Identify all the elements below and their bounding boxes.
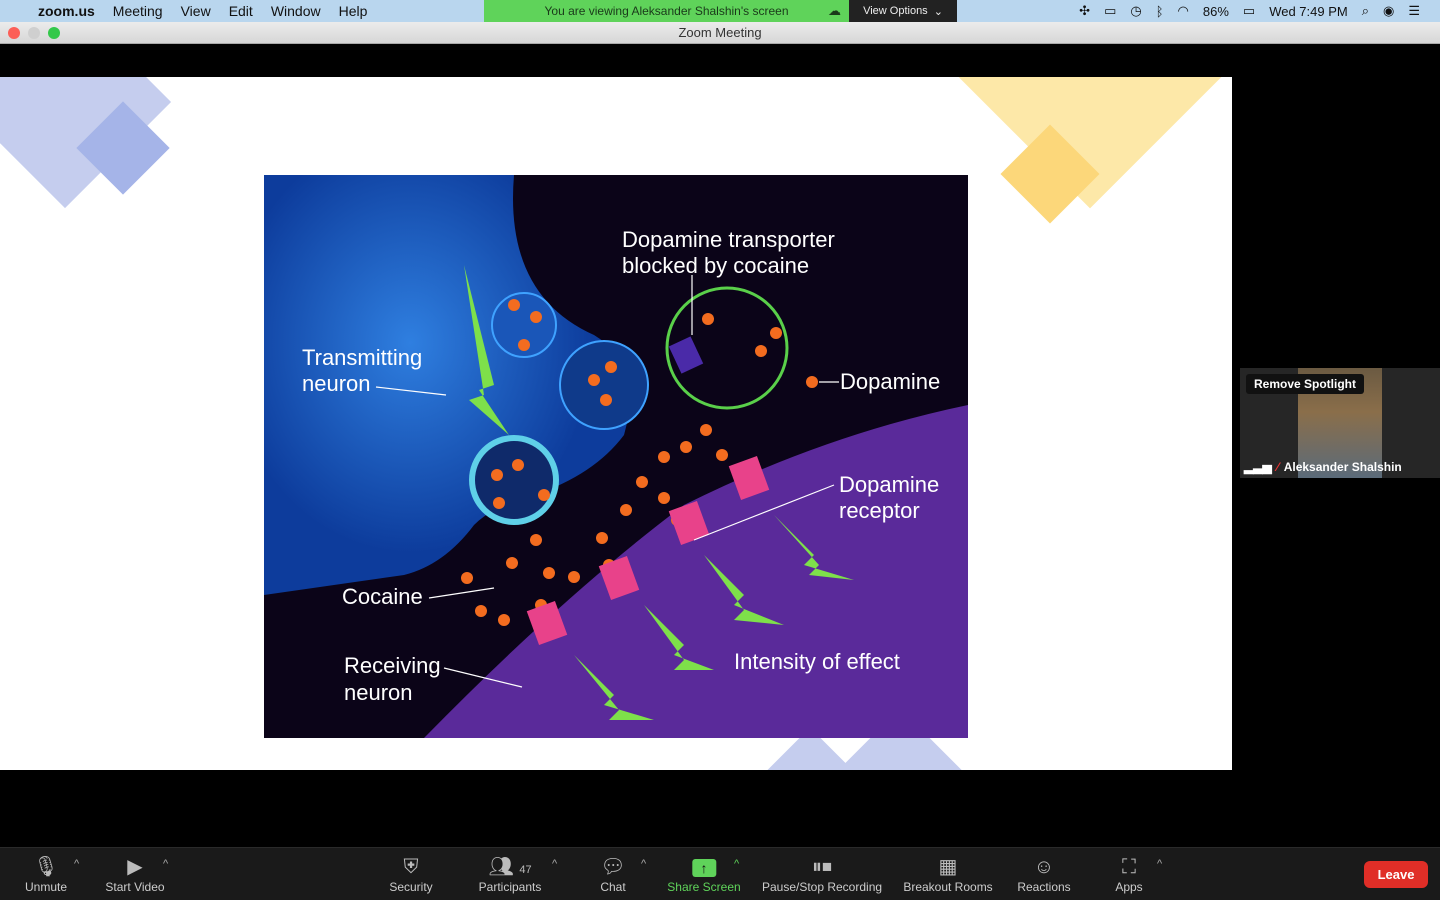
cloud-icon: ☁ — [828, 3, 841, 18]
airplay-icon[interactable]: ▭ — [1104, 3, 1116, 19]
participants-label: Participants — [478, 880, 542, 894]
share-screen-caret[interactable]: ^ — [734, 858, 739, 870]
dopamine-cocaine-diagram: Dopamine transporter blocked by cocaine … — [264, 175, 968, 738]
label-receiving-1: Receiving — [344, 653, 441, 678]
pause-stop-recording-button[interactable]: ⏸︎⏹︎ Pause/Stop Recording — [762, 854, 882, 894]
participant-name: Aleksander Shalshin — [1283, 460, 1402, 474]
participants-button[interactable]: 👥︎ 47 Participants — [479, 854, 542, 894]
video-off-icon: ▶︎ — [127, 856, 143, 878]
breakout-rooms-icon: ▦ — [938, 856, 958, 878]
share-screen-label: Share Screen — [667, 880, 741, 894]
reactions-label: Reactions — [1017, 880, 1071, 894]
siri-icon[interactable]: ◉ — [1383, 3, 1394, 19]
chevron-down-icon: ⌄ — [933, 5, 943, 18]
chat-caret[interactable]: ^ — [641, 858, 646, 870]
viewing-text: You are viewing Aleksander Shalshin's sc… — [544, 4, 789, 18]
search-icon[interactable]: ⌕ — [1362, 3, 1369, 19]
remove-spotlight-button[interactable]: Remove Spotlight — [1246, 374, 1365, 394]
wifi-icon[interactable]: ◠ — [1178, 3, 1189, 19]
participants-caret[interactable]: ^ — [552, 858, 557, 870]
menu-edit[interactable]: Edit — [229, 3, 253, 19]
apps-label: Apps — [1115, 880, 1143, 894]
decor-shape — [948, 77, 1232, 209]
participant-count: 47 — [519, 864, 532, 876]
label-cocaine: Cocaine — [342, 584, 423, 609]
reactions-button[interactable]: ☺ Reactions — [1017, 854, 1070, 894]
menu-view[interactable]: View — [181, 3, 211, 19]
apps-icon: ⛶ — [1121, 856, 1136, 878]
battery-percent[interactable]: 86% — [1203, 4, 1229, 19]
view-options-button[interactable]: View Options ⌄ — [849, 0, 957, 22]
apps-caret[interactable]: ^ — [1157, 858, 1162, 870]
slide: Dopamine transporter blocked by cocaine … — [0, 77, 1232, 770]
audio-options-caret[interactable]: ^ — [74, 858, 79, 870]
label-receptor-2: receptor — [839, 498, 920, 523]
label-receptor-1: Dopamine — [839, 472, 939, 497]
menu-window[interactable]: Window — [271, 3, 321, 19]
battery-icon: ▭ — [1242, 3, 1256, 18]
apps-button[interactable]: ⛶ Apps — [1115, 854, 1142, 894]
participant-video-tile[interactable]: Remove Spotlight ▂▃▅ ⁄ Aleksander Shalshin — [1240, 368, 1440, 478]
start-video-label: Start Video — [105, 880, 165, 894]
muted-mic-icon: 🎙︎ — [33, 856, 59, 878]
time-machine-icon[interactable]: ◷ — [1130, 3, 1141, 19]
breakout-rooms-button[interactable]: ▦ Breakout Rooms — [903, 854, 992, 894]
viewing-banner: You are viewing Aleksander Shalshin's sc… — [484, 0, 849, 22]
menu-meeting[interactable]: Meeting — [113, 3, 163, 19]
dropbox-icon[interactable]: ✣ — [1079, 3, 1090, 19]
menu-app[interactable]: zoom.us — [38, 3, 95, 19]
pause-stop-icon: ⏸︎⏹︎ — [811, 856, 832, 878]
label-transmitting-1: Transmitting — [302, 345, 422, 370]
label-dopamine: Dopamine — [840, 369, 940, 394]
bluetooth-icon[interactable]: ᛒ — [1156, 4, 1164, 19]
leave-button[interactable]: Leave — [1364, 861, 1428, 888]
zoom-button[interactable] — [48, 27, 60, 39]
status-tray: ✣ ▭ ◷ ᛒ ◠ 86% ▭ Wed 7:49 PM ⌕ ◉ ☰ — [1079, 0, 1420, 22]
share-screen-button[interactable]: ↑ Share Screen — [667, 854, 741, 894]
view-options-label: View Options — [863, 5, 928, 17]
unmute-label: Unmute — [24, 880, 68, 894]
label-transmitting-2: neuron — [302, 371, 371, 396]
menu-help[interactable]: Help — [339, 3, 368, 19]
share-screen-icon: ↑ — [691, 854, 716, 880]
label-transporter-1: Dopamine transporter — [622, 227, 835, 252]
shared-screen: Dopamine transporter blocked by cocaine … — [0, 44, 1440, 847]
chat-icon: 💬︎ — [600, 856, 626, 878]
clock[interactable]: Wed 7:49 PM — [1269, 4, 1348, 19]
unmute-button[interactable]: 🎙︎ Unmute — [25, 854, 67, 894]
chat-button[interactable]: 💬︎ Chat — [600, 854, 625, 894]
label-transporter-2: blocked by cocaine — [622, 253, 809, 278]
emoji-icon: ☺ — [1033, 856, 1055, 878]
window-title: Zoom Meeting — [678, 25, 762, 40]
label-intensity: Intensity of effect — [734, 649, 900, 674]
security-label: Security — [389, 880, 433, 894]
window-titlebar: Zoom Meeting — [0, 22, 1440, 44]
minimize-button[interactable] — [28, 27, 40, 39]
participants-icon: 👥︎ 47 — [488, 856, 532, 878]
muted-mic-icon: ⁄ — [1276, 460, 1279, 474]
shield-icon: ⛨ — [403, 856, 419, 878]
close-button[interactable] — [8, 27, 20, 39]
recording-label: Pause/Stop Recording — [761, 880, 883, 894]
label-receiving-2: neuron — [344, 680, 413, 705]
chat-label: Chat — [600, 880, 626, 894]
notification-center-icon[interactable]: ☰ — [1408, 3, 1420, 19]
security-button[interactable]: ⛨ Security — [389, 854, 432, 894]
breakout-label: Breakout Rooms — [903, 880, 993, 894]
start-video-button[interactable]: ▶︎ Start Video — [105, 854, 164, 894]
meeting-toolbar: 🎙︎ Unmute ^ ▶︎ Start Video ^ ⛨ Security 👥︎ … — [0, 847, 1440, 900]
signal-icon: ▂▃▅ — [1244, 460, 1272, 474]
video-options-caret[interactable]: ^ — [163, 858, 168, 870]
